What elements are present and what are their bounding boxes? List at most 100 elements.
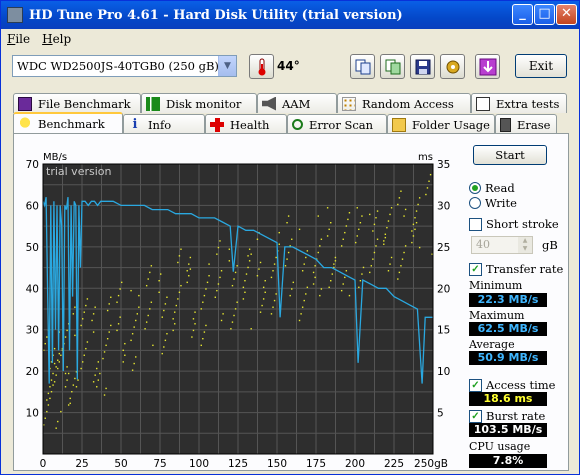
folder-icon bbox=[392, 117, 406, 132]
tab-aam[interactable]: AAM bbox=[257, 93, 337, 113]
access-time-point bbox=[369, 271, 371, 274]
access-time-point bbox=[340, 245, 343, 247]
access-time-point bbox=[122, 361, 124, 363]
access-time-point bbox=[145, 284, 148, 287]
access-time-point bbox=[50, 391, 53, 393]
arrow-down-icon bbox=[479, 58, 496, 75]
access-time-point bbox=[403, 251, 405, 254]
minimize-button[interactable]: _ bbox=[512, 4, 533, 25]
access-time-checkbox[interactable]: ✓ bbox=[469, 378, 482, 392]
access-time-point bbox=[359, 280, 362, 282]
menu-help[interactable]: Help bbox=[36, 30, 77, 48]
access-time-point bbox=[203, 331, 206, 333]
save-button[interactable] bbox=[410, 54, 435, 79]
access-time-point bbox=[233, 314, 235, 317]
write-label: Write bbox=[485, 196, 517, 210]
access-time-point bbox=[91, 319, 93, 322]
access-time-point bbox=[348, 294, 351, 297]
access-time-point bbox=[345, 225, 348, 227]
access-time-point bbox=[64, 336, 67, 338]
spinner-arrows-icon[interactable]: ▲ ▼ bbox=[518, 237, 532, 253]
read-option[interactable]: Read bbox=[469, 181, 515, 195]
access-time-point bbox=[105, 387, 107, 390]
access-time-point bbox=[124, 354, 126, 356]
burst-rate-checkbox[interactable]: ✓ bbox=[469, 409, 482, 423]
read-radio[interactable] bbox=[469, 182, 481, 194]
short-stroke-option[interactable]: Short stroke bbox=[469, 217, 559, 231]
access-time-point bbox=[305, 256, 307, 259]
access-time-option[interactable]: ✓ Access time bbox=[469, 378, 555, 392]
access-time-point bbox=[175, 304, 177, 307]
tab-extra-tests[interactable]: Extra tests bbox=[471, 93, 567, 113]
tab-disk-monitor[interactable]: Disk monitor bbox=[141, 93, 257, 113]
access-time-point bbox=[390, 256, 393, 259]
access-time-point bbox=[158, 280, 160, 282]
access-time-point bbox=[376, 210, 379, 212]
access-time-point bbox=[203, 294, 206, 297]
short-stroke-spinner[interactable]: 40 ▲ ▼ bbox=[471, 236, 533, 254]
start-button[interactable]: Start bbox=[473, 145, 547, 165]
access-time-point bbox=[234, 271, 237, 274]
access-time-point bbox=[303, 263, 305, 265]
access-time-point bbox=[208, 275, 210, 277]
access-time-point bbox=[122, 349, 124, 351]
average-label: Average bbox=[469, 338, 515, 351]
tab-random-access[interactable]: Random Access bbox=[337, 93, 471, 113]
x-tick-label: 100 bbox=[189, 458, 209, 470]
short-stroke-checkbox[interactable] bbox=[469, 217, 482, 231]
tab-label: Erase bbox=[517, 117, 551, 132]
access-time-point bbox=[272, 270, 274, 272]
copy-info-button[interactable] bbox=[350, 54, 375, 79]
tab-folder-usage[interactable]: Folder Usage bbox=[387, 114, 495, 134]
transfer-rate-option[interactable]: ✓ Transfer rate bbox=[469, 262, 563, 276]
access-time-point bbox=[103, 351, 106, 353]
access-time-point bbox=[383, 243, 385, 245]
access-time-point bbox=[270, 276, 273, 279]
y-right-tick-label: 25 bbox=[437, 242, 450, 254]
maximum-value: 62.5 MB/s bbox=[469, 322, 547, 336]
tab-info[interactable]: i Info bbox=[123, 114, 205, 134]
burst-rate-option[interactable]: ✓ Burst rate bbox=[469, 409, 545, 423]
x-tick-label: 225 bbox=[384, 458, 404, 470]
access-time-point bbox=[298, 319, 301, 322]
access-time-point bbox=[150, 301, 153, 303]
close-button[interactable]: ✕ bbox=[556, 4, 577, 25]
tab-error-scan[interactable]: Error Scan bbox=[287, 114, 387, 134]
transfer-rate-checkbox[interactable]: ✓ bbox=[469, 262, 482, 276]
copy-screenshot-button[interactable] bbox=[380, 54, 405, 79]
left-axis-unit: MB/s bbox=[43, 152, 67, 163]
window-title: HD Tune Pro 4.61 - Hard Disk Utility (tr… bbox=[29, 7, 403, 23]
write-option[interactable]: Write bbox=[469, 196, 517, 210]
access-time-point bbox=[67, 404, 70, 406]
access-time-point bbox=[64, 386, 67, 388]
drive-select[interactable]: WDC WD2500JS-40TGB0 (250 gB) ▼ bbox=[12, 55, 237, 77]
temperature-button[interactable] bbox=[249, 54, 274, 79]
access-time-point bbox=[174, 311, 176, 313]
access-time-point bbox=[230, 328, 232, 330]
access-time-point bbox=[326, 235, 329, 237]
access-time-label: Access time bbox=[486, 378, 556, 392]
menu-file[interactable]: File bbox=[1, 30, 36, 48]
maximize-button[interactable]: □ bbox=[534, 4, 555, 25]
chevron-down-icon[interactable]: ▼ bbox=[218, 56, 236, 76]
exit-button[interactable]: Exit bbox=[515, 54, 567, 78]
access-time-point bbox=[414, 217, 416, 219]
access-time-point bbox=[298, 228, 301, 231]
short-stroke-unit: gB bbox=[542, 238, 558, 252]
tab-erase[interactable]: Erase bbox=[495, 114, 557, 134]
access-time-point bbox=[359, 222, 362, 224]
options-button[interactable] bbox=[440, 54, 465, 79]
access-time-point bbox=[247, 266, 249, 269]
write-radio[interactable] bbox=[469, 197, 481, 209]
cpu-usage-value: 7.8% bbox=[469, 454, 547, 468]
lightbulb-icon bbox=[18, 117, 32, 131]
tab-file-benchmark[interactable]: File Benchmark bbox=[13, 93, 141, 113]
tab-row-top: File Benchmark Disk monitor AAM Random A… bbox=[13, 93, 567, 113]
tab-benchmark[interactable]: Benchmark bbox=[13, 112, 123, 134]
access-time-point bbox=[289, 294, 291, 297]
access-time-point bbox=[166, 333, 168, 335]
download-button[interactable] bbox=[475, 54, 500, 79]
access-time-point bbox=[326, 207, 329, 209]
access-time-point bbox=[133, 362, 135, 365]
tab-health[interactable]: Health bbox=[205, 114, 287, 134]
